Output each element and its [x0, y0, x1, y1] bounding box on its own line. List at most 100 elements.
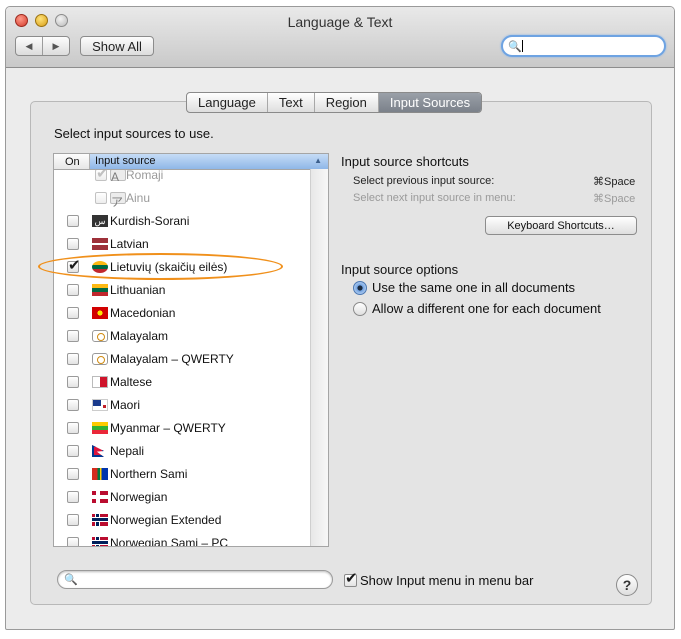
list-item[interactable]: Maori — [54, 394, 312, 417]
orange-highlight-ellipse — [38, 253, 283, 280]
enable-checkbox[interactable] — [67, 353, 79, 365]
list-rows: ARomajiアAinuسKurdish-SoraniLatvianLietuv… — [54, 170, 312, 546]
list-item[interactable]: Maltese — [54, 371, 312, 394]
ainu-icon: ア — [110, 192, 126, 209]
enable-checkbox[interactable] — [67, 399, 79, 411]
column-header-input-source[interactable]: Input source ▲ — [90, 154, 328, 169]
tab-region[interactable]: Region — [315, 93, 379, 112]
input-source-name: Malayalam — [110, 329, 169, 343]
next-source-label: Select next input source in menu: — [353, 192, 516, 204]
input-source-name: Kurdish-Sorani — [110, 214, 190, 228]
next-source-shortcut: ⌘Space — [593, 193, 636, 205]
input-source-name: Macedonian — [110, 306, 176, 320]
language-text-window: Language & Text ◀ ▶ Show All 🔍 Language … — [5, 6, 675, 630]
input-source-name: Norwegian Sami – PC — [110, 536, 229, 546]
enable-checkbox[interactable] — [67, 514, 79, 526]
enable-checkbox[interactable] — [95, 192, 107, 204]
column-header-on[interactable]: On — [54, 154, 90, 169]
window-title: Language & Text — [287, 14, 393, 30]
options-heading: Input source options — [341, 262, 459, 277]
input-sources-list[interactable]: On Input source ▲ ARomajiアAinuسKurdish-S… — [53, 153, 329, 547]
enable-checkbox[interactable] — [67, 376, 79, 388]
input-source-name: Lithuanian — [110, 283, 166, 297]
malayalam-icon — [92, 353, 108, 365]
back-arrow-icon[interactable]: ◀ — [16, 37, 43, 55]
input-source-name: Myanmar – QWERTY — [110, 421, 226, 435]
tab-input-sources[interactable]: Input Sources — [378, 93, 482, 112]
different-each-document-radio[interactable] — [353, 302, 367, 316]
enable-checkbox[interactable] — [67, 468, 79, 480]
enable-checkbox[interactable] — [67, 307, 79, 319]
title-bar: Language & Text ◀ ▶ Show All 🔍 — [6, 7, 674, 68]
input-source-name: Malayalam – QWERTY — [110, 352, 234, 366]
search-icon: 🔍 — [64, 574, 78, 586]
input-source-name: Northern Sami — [110, 467, 188, 481]
input-source-name: Maltese — [110, 375, 153, 389]
input-source-name: Nepali — [110, 444, 145, 458]
latvian-flag-icon — [92, 238, 108, 250]
nepali-flag-icon — [92, 445, 104, 457]
show-input-menu-checkbox[interactable] — [344, 569, 358, 587]
help-button[interactable]: ? — [616, 574, 638, 596]
text-caret — [522, 40, 523, 52]
list-item[interactable]: Malayalam – QWERTY — [54, 348, 312, 371]
input-source-name: Norwegian — [110, 490, 168, 504]
enable-checkbox[interactable] — [67, 445, 79, 457]
enable-checkbox[interactable] — [67, 537, 79, 546]
list-item[interactable]: Lithuanian — [54, 279, 312, 302]
list-item[interactable]: Malayalam — [54, 325, 312, 348]
list-scrollbar[interactable] — [310, 169, 328, 546]
list-item[interactable]: Macedonian — [54, 302, 312, 325]
enable-checkbox[interactable] — [67, 330, 79, 342]
shortcuts-heading: Input source shortcuts — [341, 154, 469, 169]
show-input-menu-label[interactable]: Show Input menu in menu bar — [360, 573, 533, 588]
macedonian-flag-icon — [92, 307, 108, 319]
list-item[interactable]: Northern Sami — [54, 463, 312, 486]
maori-flag-icon — [92, 399, 108, 411]
romaji-icon: A — [110, 170, 126, 184]
enable-checkbox[interactable] — [67, 238, 79, 250]
list-header: On Input source ▲ — [54, 154, 328, 170]
input-sources-heading: Select input sources to use. — [54, 126, 214, 141]
input-source-name: Romaji — [126, 170, 164, 182]
norwegian-flag-icon — [92, 491, 108, 503]
lithuanian-flag-icon — [92, 284, 108, 296]
norwegian-extended-flag-icon — [92, 514, 108, 526]
back-forward-control: ◀ ▶ — [15, 36, 70, 56]
different-each-document-label[interactable]: Allow a different one for each document — [372, 301, 601, 316]
preferences-search-field[interactable]: 🔍 — [501, 35, 666, 57]
same-all-documents-label[interactable]: Use the same one in all documents — [372, 280, 575, 295]
enable-checkbox[interactable] — [67, 422, 79, 434]
sort-ascending-icon: ▲ — [314, 156, 322, 165]
same-all-documents-radio[interactable] — [353, 281, 367, 295]
forward-arrow-icon[interactable]: ▶ — [43, 37, 69, 55]
list-item[interactable]: ARomaji — [54, 170, 312, 187]
maltese-flag-icon — [92, 376, 108, 388]
tab-bar: Language Text Region Input Sources — [186, 92, 483, 113]
input-source-name: Norwegian Extended — [110, 513, 222, 527]
sami-flag-icon — [92, 468, 108, 480]
list-item[interactable]: Nepali — [54, 440, 312, 463]
kurdish-sorani-flag-icon: س — [92, 215, 108, 227]
tab-language[interactable]: Language — [187, 93, 268, 112]
list-item[interactable]: Norwegian — [54, 486, 312, 509]
list-item[interactable]: Norwegian Extended — [54, 509, 312, 532]
input-source-name: Ainu — [126, 191, 151, 205]
list-item[interactable]: ア Ainu — [54, 187, 312, 210]
show-all-button[interactable]: Show All — [80, 36, 154, 56]
search-icon: 🔍 — [508, 41, 522, 53]
input-source-filter-field[interactable]: 🔍 — [57, 570, 333, 589]
list-item[interactable]: Myanmar – QWERTY — [54, 417, 312, 440]
myanmar-flag-icon — [92, 422, 108, 434]
keyboard-shortcuts-button[interactable]: Keyboard Shortcuts… — [485, 216, 637, 235]
previous-source-shortcut[interactable]: ⌘Space — [593, 175, 635, 188]
list-item[interactable]: س Kurdish-Sorani — [54, 210, 312, 233]
enable-checkbox[interactable] — [95, 170, 109, 182]
enable-checkbox[interactable] — [67, 215, 79, 227]
enable-checkbox[interactable] — [67, 284, 79, 296]
tab-text[interactable]: Text — [268, 93, 315, 112]
malayalam-icon — [92, 330, 108, 342]
input-source-name: Latvian — [110, 237, 149, 251]
list-item[interactable]: Norwegian Sami – PC — [54, 532, 312, 546]
enable-checkbox[interactable] — [67, 491, 79, 503]
